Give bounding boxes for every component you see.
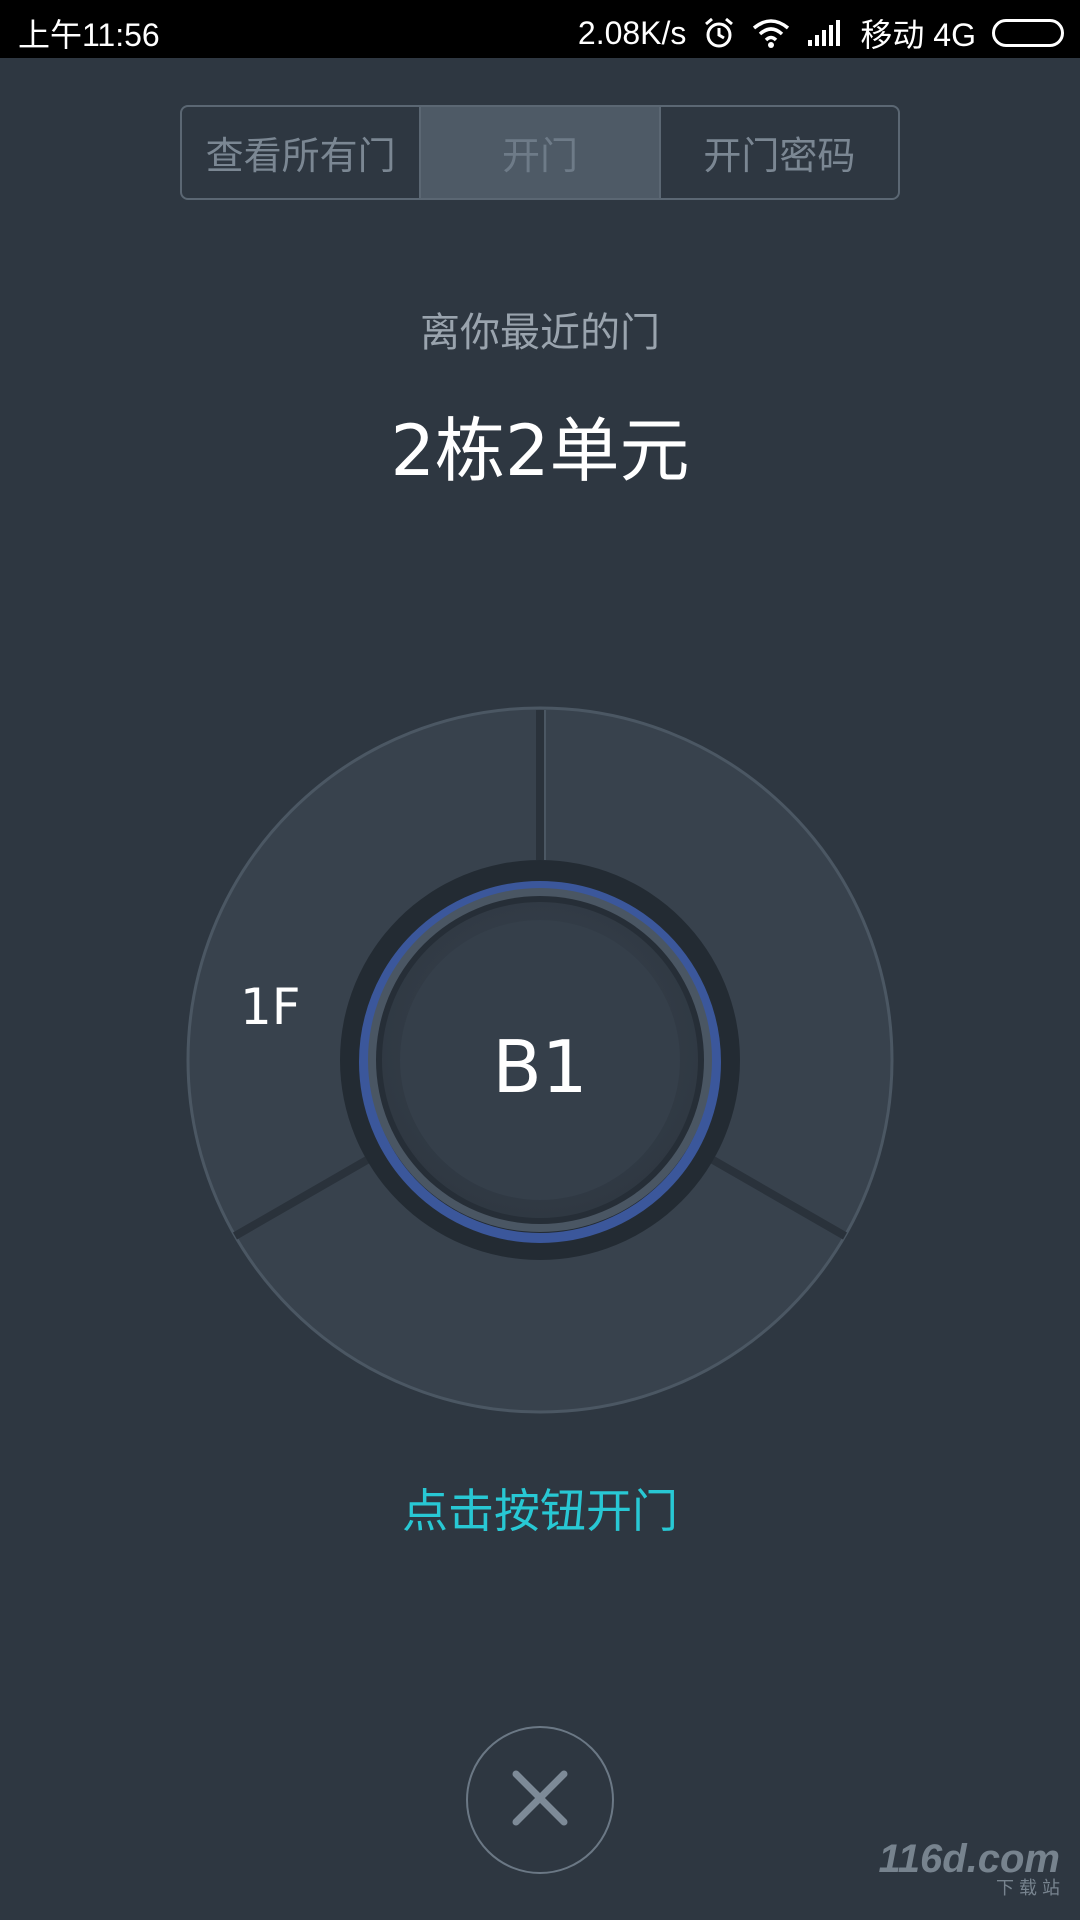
status-bar: 上午11:56 2.08K/s 移动 4G	[0, 0, 1080, 58]
status-time: 上午11:56	[18, 17, 160, 53]
door-name: 2栋2单元	[390, 410, 690, 492]
tab-all-doors[interactable]: 查看所有门	[182, 107, 422, 198]
wifi-icon	[752, 18, 790, 48]
close-button[interactable]	[466, 1726, 614, 1874]
signal-icon	[806, 18, 844, 48]
segmented-tabs: 查看所有门 开门 开门密码	[180, 105, 900, 200]
tab-door-password[interactable]: 开门密码	[661, 107, 898, 198]
floor-label-b1[interactable]: B1	[0, 1025, 1080, 1109]
close-icon	[510, 1768, 570, 1832]
alarm-icon	[702, 16, 736, 50]
network-speed: 2.08K/s	[577, 14, 687, 51]
battery-icon	[992, 19, 1064, 47]
open-door-hint: 点击按钮开门	[402, 1484, 678, 1538]
nearest-door-label: 离你最近的门	[420, 310, 660, 356]
watermark-logo: 116d.com 下 载 站	[878, 1837, 1060, 1900]
carrier-label: 移动 4G	[860, 17, 976, 53]
tab-open-door[interactable]: 开门	[421, 107, 661, 198]
